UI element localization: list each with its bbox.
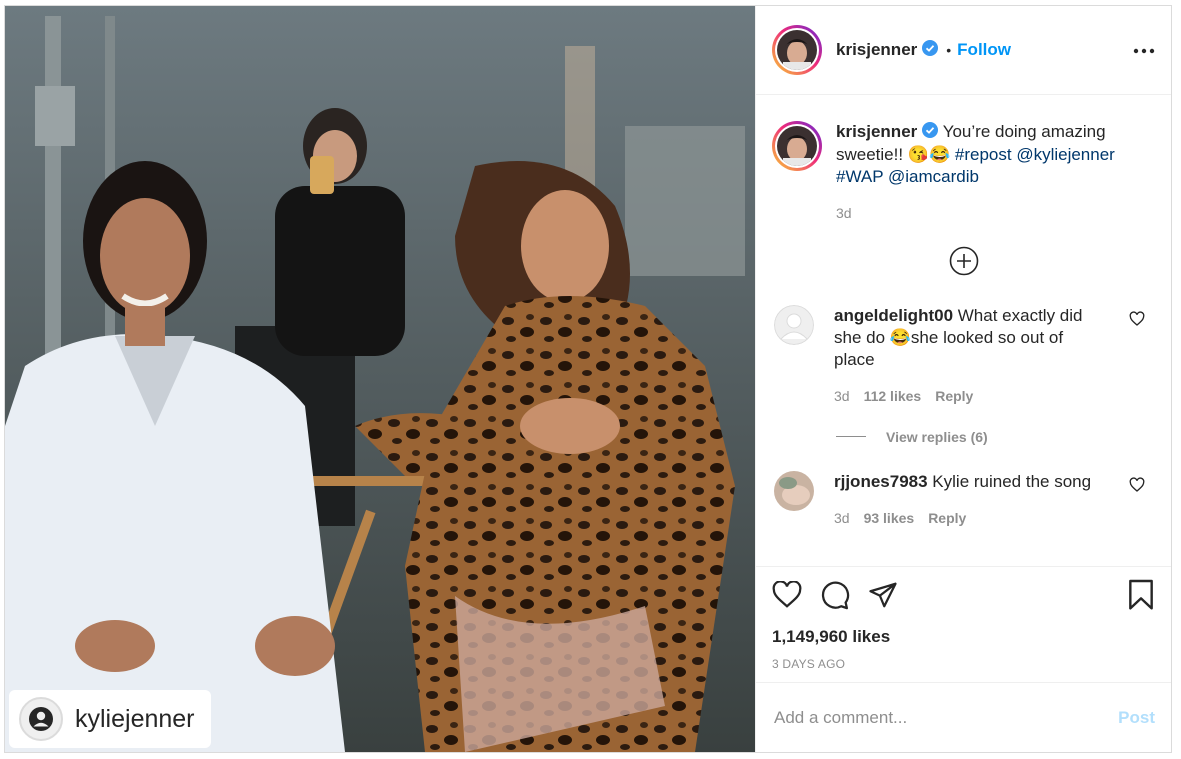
photo-user-tag[interactable]: kyliejenner bbox=[9, 690, 211, 748]
more-options-icon[interactable] bbox=[1133, 41, 1155, 59]
post-photo[interactable]: kyliejenner bbox=[5, 6, 755, 752]
header-separator: • bbox=[946, 42, 952, 58]
comment-meta: 3d 112 likes Reply bbox=[834, 385, 1102, 407]
caption-text: krisjenner You’re doing amazing sweetie!… bbox=[836, 121, 1136, 224]
verified-badge-icon bbox=[922, 121, 939, 144]
photo-scene bbox=[5, 6, 755, 752]
comment-item: rjjones7983 Kylie ruined the song 3d 93 l… bbox=[772, 470, 1155, 529]
bookmark-icon[interactable] bbox=[1127, 579, 1155, 616]
reply-button[interactable]: Reply bbox=[935, 388, 973, 404]
view-replies-label: View replies (6) bbox=[886, 428, 988, 445]
caption: krisjenner You’re doing amazing sweetie!… bbox=[772, 121, 1155, 224]
hashtag-repost[interactable]: #repost bbox=[955, 145, 1012, 164]
mention-kyliejenner[interactable]: @kyliejenner bbox=[1016, 145, 1115, 164]
mention-iamcardib[interactable]: @iamcardib bbox=[888, 167, 979, 186]
caption-avatar-image bbox=[777, 126, 817, 166]
heart-icon[interactable] bbox=[772, 579, 802, 614]
follow-button[interactable]: Follow bbox=[957, 40, 1011, 60]
caption-age[interactable]: 3d bbox=[836, 202, 1136, 224]
comments-list[interactable]: krisjenner You’re doing amazing sweetie!… bbox=[756, 95, 1171, 566]
load-more-comments[interactable] bbox=[772, 246, 1155, 281]
plus-circle-icon[interactable] bbox=[949, 246, 979, 281]
comment-input[interactable] bbox=[772, 706, 1119, 729]
hashtag-wap[interactable]: #WAP bbox=[836, 167, 883, 186]
comment-like-heart-icon[interactable] bbox=[1129, 476, 1145, 498]
comment-likes[interactable]: 93 likes bbox=[864, 510, 915, 526]
caption-username[interactable]: krisjenner bbox=[836, 122, 917, 141]
post-date[interactable]: 3 DAYS AGO bbox=[772, 657, 1155, 671]
author-avatar[interactable] bbox=[772, 25, 822, 75]
comment-likes[interactable]: 112 likes bbox=[864, 388, 922, 404]
comment-username[interactable]: rjjones7983 bbox=[834, 472, 928, 491]
verified-badge-icon bbox=[922, 39, 939, 61]
post-comment-button[interactable]: Post bbox=[1118, 708, 1155, 728]
view-replies-button[interactable]: View replies (6) bbox=[836, 429, 1155, 445]
comment-body: Kylie ruined the song bbox=[932, 471, 1092, 491]
post-side-panel: krisjenner • Follow krisjenner You’re do… bbox=[755, 6, 1171, 752]
comment-age[interactable]: 3d bbox=[834, 510, 850, 526]
comment-item: angeldelight00 What exactly did she do 😂… bbox=[772, 304, 1155, 407]
reply-button[interactable]: Reply bbox=[928, 510, 966, 526]
post-header: krisjenner • Follow bbox=[756, 6, 1171, 95]
user-avatar-icon bbox=[19, 697, 63, 741]
comment-bubble-icon[interactable] bbox=[820, 580, 850, 615]
comment-text: angeldelight00 What exactly did she do 😂… bbox=[834, 305, 1102, 407]
paper-plane-icon[interactable] bbox=[868, 581, 898, 614]
photo-tag-username: kyliejenner bbox=[75, 704, 195, 733]
author-avatar-image bbox=[777, 30, 817, 70]
likes-count[interactable]: 1,149,960 likes bbox=[772, 627, 1155, 647]
comment-username[interactable]: angeldelight00 bbox=[834, 306, 953, 325]
add-comment-bar: Post bbox=[756, 682, 1171, 752]
comment-text: rjjones7983 Kylie ruined the song 3d 93 l… bbox=[834, 471, 1102, 529]
comment-age[interactable]: 3d bbox=[834, 388, 850, 404]
post-actions: 1,149,960 likes 3 DAYS AGO bbox=[756, 566, 1171, 682]
replies-divider bbox=[836, 436, 866, 438]
comment-avatar[interactable] bbox=[774, 470, 814, 511]
caption-avatar[interactable] bbox=[772, 121, 822, 171]
comment-avatar[interactable] bbox=[774, 304, 814, 345]
post-card: kyliejenner krisjenner • Follow krisjenn… bbox=[4, 5, 1172, 753]
action-row bbox=[772, 579, 1155, 616]
comment-meta: 3d 93 likes Reply bbox=[834, 507, 1102, 529]
comment-like-heart-icon[interactable] bbox=[1129, 310, 1145, 332]
author-username[interactable]: krisjenner bbox=[836, 40, 917, 60]
